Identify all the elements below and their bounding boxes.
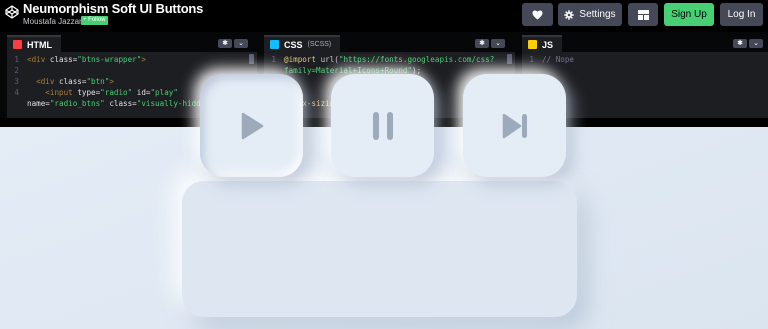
change-view-button[interactable]	[628, 3, 658, 26]
css-tab[interactable]: CSS (SCSS)	[264, 35, 341, 52]
codepen-logo-icon[interactable]	[5, 5, 19, 19]
gear-icon: ✱	[737, 40, 743, 47]
js-tabbar: JS ✱ ⌄	[522, 32, 768, 52]
heart-icon	[532, 9, 543, 20]
html-tab[interactable]: HTML	[7, 35, 61, 52]
html-scrollbar[interactable]	[249, 54, 254, 64]
heart-button[interactable]	[522, 3, 553, 26]
author-name[interactable]: Moustafa Jazzar	[23, 17, 82, 26]
signup-button[interactable]: Sign Up	[664, 3, 714, 26]
skip-next-button[interactable]	[463, 74, 566, 177]
gear-icon: ✱	[222, 40, 228, 47]
gear-icon	[564, 9, 575, 20]
html-tab-label: HTML	[27, 39, 52, 50]
html-collapse-button[interactable]: ⌄	[234, 39, 248, 48]
html-settings-button[interactable]: ✱	[218, 39, 232, 48]
pen-title: Neumorphism Soft UI Buttons	[23, 1, 204, 16]
play-icon	[241, 112, 263, 139]
js-settings-button[interactable]: ✱	[733, 39, 747, 48]
js-tab-label: JS	[542, 39, 554, 50]
settings-label: Settings	[579, 9, 616, 20]
js-collapse-button[interactable]: ⌄	[749, 39, 763, 48]
css-settings-button[interactable]: ✱	[475, 39, 489, 48]
skip-next-icon	[502, 113, 527, 138]
html-tabbar: HTML ✱ ⌄	[7, 32, 257, 52]
settings-button[interactable]: Settings	[558, 3, 622, 26]
layout-icon	[637, 9, 649, 20]
html-lang-icon	[13, 40, 22, 49]
gear-icon: ✱	[479, 40, 485, 47]
css-scrollbar[interactable]	[507, 54, 512, 64]
btns-wrapper	[182, 181, 577, 317]
js-lang-icon	[528, 40, 537, 49]
pause-button[interactable]	[331, 74, 434, 177]
chevron-down-icon: ⌄	[238, 40, 244, 47]
code-line: 1 <div class="btns-wrapper">	[14, 55, 146, 64]
code-line: 1// Nope	[529, 55, 575, 64]
pause-icon	[372, 111, 393, 140]
code-line: 1 @import url("https://fonts.googleapis.c…	[271, 55, 495, 64]
css-lang-icon	[270, 40, 279, 49]
login-button[interactable]: Log In	[720, 3, 763, 26]
play-button[interactable]	[200, 74, 303, 177]
header: Neumorphism Soft UI Buttons Moustafa Jaz…	[0, 0, 768, 32]
css-tab-sublabel: (SCSS)	[307, 41, 332, 48]
chevron-down-icon: ⌄	[495, 40, 501, 47]
css-collapse-button[interactable]: ⌄	[491, 39, 505, 48]
js-code[interactable]: 1// Nope	[522, 54, 768, 65]
follow-button[interactable]: + Follow	[81, 16, 108, 25]
js-tab[interactable]: JS	[522, 35, 563, 52]
css-tab-label: CSS	[284, 39, 303, 50]
chevron-down-icon: ⌄	[753, 40, 759, 47]
css-tabbar: CSS (SCSS) ✱ ⌄	[264, 32, 515, 52]
